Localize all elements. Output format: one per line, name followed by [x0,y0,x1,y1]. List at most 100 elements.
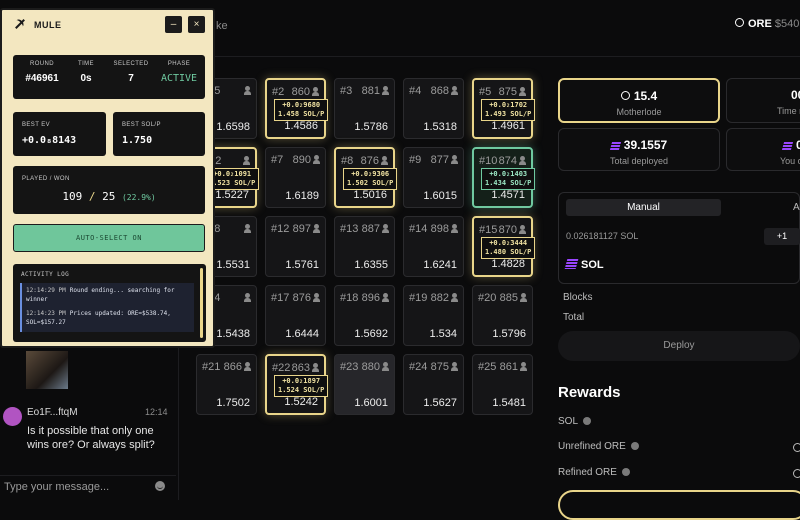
grid-block[interactable]: #20 885 1.5796 [472,285,533,346]
info-icon[interactable] [621,468,630,476]
person-icon [520,293,527,302]
person-icon [519,225,526,234]
ev-badge: +0.0₂1403 1.434 SOL/P [481,168,536,190]
block-deployed: 1.5242 [284,396,318,408]
grid-block[interactable]: #9 877 1.6015 [403,147,464,208]
overlay-header[interactable]: MULE – × [2,10,213,40]
block-number: #22 [272,362,291,374]
solp-value: 1.493 SOL/P [485,110,532,118]
block-miner-count: 898 [430,223,449,235]
block-miner-count: 882 [430,292,449,304]
block-number: #10 [479,155,498,167]
ore-icon [735,18,744,27]
block-deployed: 1.5438 [216,328,250,340]
currency-selector[interactable]: SOL [564,259,604,271]
claim-button[interactable] [558,490,800,520]
minimize-button[interactable]: – [165,16,182,33]
grid-block[interactable]: #23 880 1.6001 [334,354,395,415]
block-miner-count: 897 [292,223,311,235]
tab-auto[interactable]: A [793,199,800,216]
block-deployed: 1.5796 [492,328,526,340]
block-miner-count: 861 [499,361,518,373]
grid-block[interactable]: #22 863 1.5242 +0.0₂1897 1.524 SOL/P [265,354,329,415]
ev-value: +0.0₂1702 [489,101,528,109]
ore-icon [793,469,800,478]
block-number: #2 [272,86,285,98]
log-scrollbar[interactable] [200,268,203,338]
emoji-icon[interactable] [155,481,165,491]
block-deployed: 1.6598 [216,121,250,133]
grid-block[interactable]: #8 876 1.5016 +0.0₂9306 1.502 SOL/P [334,147,398,208]
info-icon[interactable] [630,442,639,450]
block-miner-count: 870 [498,224,517,236]
best-solp-value: 1.750 [122,135,153,146]
ev-badge: +0.0₂9306 1.502 SOL/P [343,168,398,190]
time-remaining-label: Time re [777,106,800,116]
person-icon [312,363,319,372]
block-number: #24 [409,361,428,373]
grid-block[interactable]: #19 882 1.534 [403,285,464,346]
win-percent: (22.9%) [121,193,156,202]
close-button[interactable]: × [188,16,205,33]
grid-block[interactable]: #21 866 1.7502 [196,354,257,415]
grid-block[interactable]: #12 897 1.5761 [265,216,326,277]
grid-block[interactable]: #25 861 1.5481 [472,354,533,415]
chat-message-input[interactable] [2,480,156,494]
grid-block[interactable]: #3 881 1.5786 [334,78,395,139]
played-won-slash: / [88,190,96,203]
grid-block[interactable]: #24 875 1.5627 [403,354,464,415]
grid-block[interactable]: #18 896 1.5692 [334,285,395,346]
time-remaining-value: 00 [791,88,800,102]
person-icon [519,156,526,165]
chat-username[interactable]: Eo1F...ftqM [27,407,78,418]
grid-block[interactable]: #15 870 1.4828 +0.0₂3444 1.480 SOL/P [472,216,536,277]
log-entry: 12:14:29 PM Round ending... searching for… [20,283,194,307]
grid-block[interactable]: #2 860 1.4586 +0.0₂9680 1.458 SOL/P [265,78,329,139]
grid-block[interactable]: #17 876 1.6444 [265,285,326,346]
grid-block[interactable]: #10 874 1.4571 +0.0₂1403 1.434 SOL/P [472,147,536,208]
round-value: #46961 [25,73,59,84]
grid-block[interactable]: #7 890 1.6189 [265,147,326,208]
plus-one-button[interactable]: +1 [764,228,800,245]
block-number: #23 [340,361,359,373]
block-miner-count: 881 [361,85,380,97]
chat-image[interactable] [26,351,68,389]
grid-block[interactable]: #13 887 1.6355 [334,216,395,277]
log-time: 12:14:23 PM [26,310,66,317]
deploy-button[interactable]: Deploy [558,331,800,361]
info-icon[interactable] [583,417,592,425]
tab-manual[interactable]: Manual [566,199,721,216]
amount-input[interactable]: 0.026181127 SOL [566,231,638,241]
chat-input-bar [0,475,176,501]
total-deployed-label: Total deployed [609,156,669,166]
pickaxe-icon [14,18,26,30]
person-icon [451,86,458,95]
avatar[interactable] [3,407,22,426]
grid-block[interactable]: #4 868 1.5318 [403,78,464,139]
person-icon [382,293,389,302]
phase-header: PHASE [167,61,191,67]
log-text: SOL=$157.27 [26,319,66,326]
grid-block[interactable]: #14 898 1.6241 [403,216,464,277]
block-deployed: 1.4586 [284,120,318,132]
ore-price: ORE$540.9 [735,18,800,30]
ore-icon [620,91,630,100]
motherlode-value: 15.4 [633,89,658,103]
solp-value: 1.524 SOL/P [278,386,325,394]
block-miner-count: 880 [361,361,380,373]
auto-select-toggle[interactable]: AUTO-SELECT ON [13,224,205,252]
nav-fragment[interactable]: ke [216,20,228,32]
block-miner-count: 860 [291,86,310,98]
block-number: #15 [479,224,498,236]
person-icon [382,362,389,371]
ev-value: +0.0₂1897 [282,377,321,385]
block-number: #25 [478,361,497,373]
ev-value: +0.0₂9680 [282,101,321,109]
played-won-header: PLAYED / WON [22,176,70,182]
grid-block[interactable]: #5 875 1.4961 +0.0₂1702 1.493 SOL/P [472,78,536,139]
block-miner-count: 874 [498,155,517,167]
rewards-sol-label: SOL [558,416,579,427]
mule-overlay-window: MULE – × ROUND #46961 TIME 0s SELECTED 7 PH… [0,8,215,348]
block-number: #19 [409,292,428,304]
time-remaining-card: 00 Time re [726,78,800,123]
